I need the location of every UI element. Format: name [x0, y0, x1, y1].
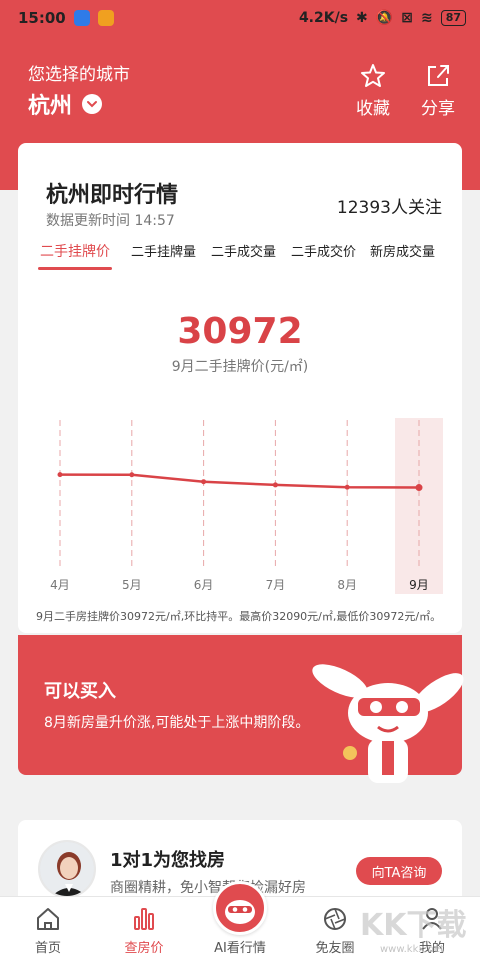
city-selector[interactable]: 杭州	[28, 88, 103, 120]
favorite-label: 收藏	[356, 99, 390, 119]
bar-chart-icon	[134, 908, 154, 930]
market-card: 杭州即时行情 数据更新时间 14:57 12393人关注 二手挂牌价 二手挂牌量…	[18, 143, 462, 633]
tab-ai-market[interactable]: AI看行情	[205, 937, 275, 956]
chart-note: 9月二手房挂牌价30972元/㎡,环比持平。最高价32090元/㎡,最低价309…	[36, 610, 442, 623]
data-point	[344, 484, 350, 490]
agent-avatar	[38, 840, 96, 898]
consult-button[interactable]: 向TA咨询	[356, 857, 442, 885]
advice-text: 8月新房量升价涨,可能处于上涨中期阶段。	[44, 715, 310, 731]
home-icon	[37, 908, 59, 930]
tab-price-check-label: 查房价	[124, 941, 164, 956]
favorite-button[interactable]: 收藏	[356, 62, 390, 119]
city-name: 杭州	[28, 94, 73, 119]
tab-ai-market-label: AI看行情	[214, 941, 266, 956]
x-tick-label: 7月	[266, 578, 286, 592]
camera-shutter-icon	[324, 908, 346, 930]
tab-deal-price[interactable]: 二手成交价	[291, 241, 356, 260]
current-price-label: 9月二手挂牌价(元/㎡)	[171, 359, 309, 375]
tab-price-check[interactable]: 查房价	[109, 905, 179, 956]
tab-listing-volume[interactable]: 二手挂牌量	[131, 241, 196, 260]
x-tick-label: 5月	[122, 578, 142, 592]
status-bar: 15:00 4.2K/s ✱ 🔕 ⊠ ≋ 87	[0, 0, 480, 36]
tab-deal-volume[interactable]: 二手成交量	[211, 241, 276, 260]
advice-title: 可以买入	[44, 681, 116, 702]
series-line	[59, 473, 420, 489]
watermark-logo: KK下载	[360, 908, 467, 943]
app-notification-icon	[97, 10, 114, 26]
share-label: 分享	[421, 99, 455, 119]
close-box-icon: ⊠	[401, 10, 413, 26]
update-time: 数据更新时间 14:57	[46, 213, 175, 229]
wifi-icon: ≋	[420, 10, 433, 26]
bluetooth-icon: ✱	[356, 10, 368, 26]
follower-count: 12393人关注	[336, 198, 442, 218]
advice-panel: 可以买入 8月新房量升价涨,可能处于上涨中期阶段。	[18, 635, 464, 783]
status-time: 15:00	[18, 9, 66, 27]
tab-new-home-volume[interactable]: 新房成交量	[370, 241, 435, 260]
data-point	[272, 482, 278, 488]
share-icon	[428, 65, 449, 86]
city-label: 您选择的城市	[28, 65, 130, 85]
price-trend-chart: 4月 5月 6月 7月 8月 9月	[50, 418, 443, 594]
data-point	[57, 472, 63, 478]
data-point	[415, 484, 423, 492]
mute-icon: 🔕	[375, 10, 394, 26]
card-title: 杭州即时行情	[46, 183, 179, 208]
x-tick-label: 4月	[50, 578, 70, 592]
share-button[interactable]: 分享	[421, 62, 455, 119]
tab-home-label: 首页	[34, 941, 61, 956]
chevron-down-icon	[82, 94, 103, 114]
agent-card-title: 1对1为您找房	[110, 850, 226, 871]
app-notification-icon	[73, 10, 90, 26]
network-speed: 4.2K/s	[298, 10, 349, 26]
tab-community-label: 免友圈	[315, 941, 355, 956]
tab-home[interactable]: 首页	[13, 905, 83, 956]
metric-tabs: 二手挂牌价 二手挂牌量 二手成交量 二手成交价 新房成交量	[18, 241, 462, 271]
tab-ai-market-button[interactable]	[213, 881, 267, 935]
battery-indicator: 87	[440, 10, 466, 26]
x-tick-label: 8月	[337, 578, 357, 592]
current-price-value: 30972	[177, 311, 303, 352]
data-point	[129, 472, 135, 478]
star-icon	[361, 64, 385, 87]
active-tab-indicator	[38, 267, 112, 270]
mascot-icon	[225, 900, 255, 924]
agent-card-subtitle: 商圈精耕，免小智帮您捡漏好房	[110, 880, 306, 896]
rabbit-mascot-image	[312, 664, 464, 783]
watermark-url: www.kkx.net	[380, 944, 444, 955]
tab-listing-price[interactable]: 二手挂牌价	[40, 241, 110, 261]
data-point	[201, 479, 207, 485]
x-tick-label: 6月	[194, 578, 214, 592]
x-tick-label: 9月	[409, 578, 429, 592]
